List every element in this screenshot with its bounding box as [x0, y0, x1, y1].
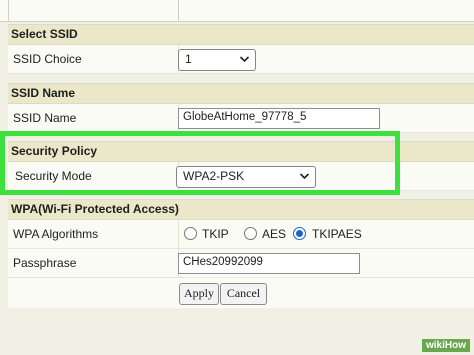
section-header: WPA(Wi-Fi Protected Access) [8, 200, 474, 220]
section-header: SSID Name [8, 84, 474, 104]
security-mode-value: WPA2-PSK [183, 169, 245, 183]
radio-tkipaes[interactable] [293, 227, 306, 240]
ssid-choice-row: SSID Choice 1 [8, 45, 474, 74]
wikihow-watermark: wikiHow [422, 339, 470, 352]
select-ssid-section: Select SSID SSID Choice 1 [8, 24, 474, 74]
security-policy-section: Security Policy Security Mode WPA2-PSK [8, 141, 474, 191]
column-divider [178, 220, 179, 248]
wpa-algorithms-row: WPA Algorithms TKIP AES TKIPAES [8, 220, 474, 249]
frame-divider [178, 0, 179, 22]
ssid-choice-label: SSID Choice [13, 52, 82, 66]
radio-tkip[interactable] [184, 227, 197, 240]
wpa-section: WPA(Wi-Fi Protected Access) WPA Algorith… [8, 199, 474, 308]
passphrase-label: Passphrase [13, 256, 77, 270]
section-header: Select SSID [8, 25, 474, 45]
radio-tkip-label: TKIP [202, 227, 229, 241]
top-frame [0, 0, 474, 22]
apply-button[interactable]: Apply [179, 283, 219, 305]
radio-tkipaes-label: TKIPAES [312, 227, 362, 241]
radio-aes[interactable] [244, 227, 257, 240]
button-row: Apply Cancel [8, 278, 474, 308]
passphrase-input[interactable]: CHes20992099 [178, 253, 360, 274]
ssid-choice-select[interactable]: 1 [178, 49, 256, 71]
chevron-down-icon [299, 173, 310, 180]
security-mode-select[interactable]: WPA2-PSK [176, 166, 316, 188]
passphrase-row: Passphrase CHes20992099 [8, 249, 474, 278]
ssid-name-input[interactable]: GlobeAtHome_97778_5 [178, 108, 380, 129]
ssid-name-row: SSID Name GlobeAtHome_97778_5 [8, 104, 474, 133]
frame-divider [8, 0, 9, 22]
radio-aes-label: AES [262, 227, 287, 241]
security-mode-row: Security Mode WPA2-PSK [8, 162, 474, 191]
ssid-name-label: SSID Name [13, 111, 77, 125]
wpa-algorithms-label: WPA Algorithms [13, 227, 99, 241]
security-mode-label: Security Mode [15, 169, 92, 183]
ssid-name-section: SSID Name SSID Name GlobeAtHome_97778_5 [8, 83, 474, 133]
ssid-choice-value: 1 [185, 52, 192, 66]
chevron-down-icon [239, 56, 250, 63]
section-header: Security Policy [8, 142, 474, 162]
cancel-button[interactable]: Cancel [220, 283, 267, 305]
